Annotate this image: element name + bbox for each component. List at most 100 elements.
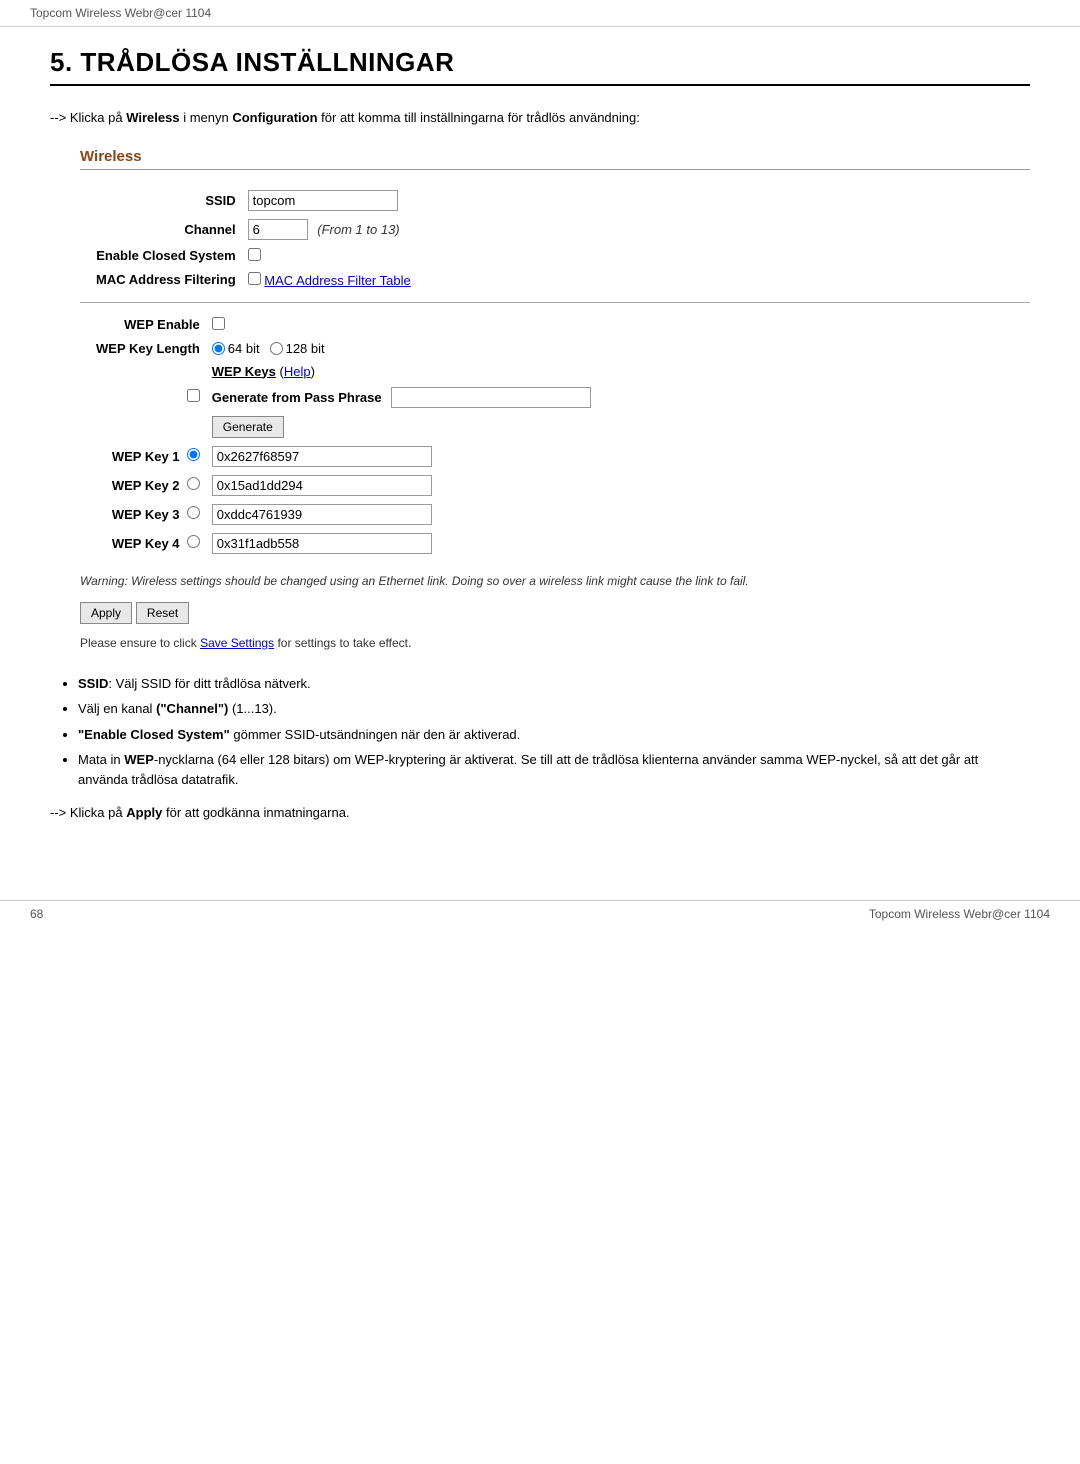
wep-key3-value-cell <box>206 500 597 529</box>
section-divider <box>80 302 1030 303</box>
bullet-ssid: SSID: Välj SSID för ditt trådlösa nätver… <box>78 674 1030 694</box>
enable-closed-label: Enable Closed System <box>90 244 242 268</box>
wep-key3-label: WEP Key 3 <box>90 500 206 529</box>
reset-button[interactable]: Reset <box>136 602 189 624</box>
wep-key2-label-text: WEP Key 2 <box>112 478 180 493</box>
enable-closed-checkbox[interactable] <box>248 248 261 261</box>
bottom-note-apply-bold: Apply <box>126 805 162 820</box>
bullet-wep: Mata in WEP-nycklarna (64 eller 128 bita… <box>78 750 1030 789</box>
bullet-wep-bold: WEP <box>124 752 154 767</box>
intro-prefix: --> Klicka på <box>50 110 126 125</box>
bullet-channel: Välj en kanal ("Channel") (1...13). <box>78 699 1030 719</box>
generate-passphrase-checkbox[interactable] <box>187 389 200 402</box>
generate-button[interactable]: Generate <box>212 416 284 438</box>
page-header: Topcom Wireless Webr@cer 1104 <box>0 0 1080 27</box>
bullet-ssid-bold: SSID <box>78 676 108 691</box>
channel-value-cell: (From 1 to 13) <box>242 215 417 244</box>
ssid-value-cell <box>242 186 417 215</box>
top-divider <box>80 169 1030 170</box>
wep-keys-empty-cell <box>90 360 206 383</box>
wep-key1-radio[interactable] <box>187 448 200 461</box>
wep-key2-input[interactable] <box>212 475 432 496</box>
bullet-wep-text: -nycklarna (64 eller 128 bitars) om WEP-… <box>78 752 978 787</box>
bullet-channel-bold: ("Channel") <box>156 701 228 716</box>
wep-key4-input[interactable] <box>212 533 432 554</box>
save-settings-link[interactable]: Save Settings <box>200 636 274 650</box>
radio-64bit[interactable] <box>212 342 225 355</box>
page-title: 5. TRÅDLÖSA INSTÄLLNINGAR <box>50 47 1030 86</box>
wep-key2-radio[interactable] <box>187 477 200 490</box>
wireless-panel-title: Wireless <box>80 148 1030 165</box>
generate-passphrase-cell: Generate from Pass Phrase <box>206 383 597 412</box>
wep-key3-input[interactable] <box>212 504 432 525</box>
mac-filter-value-cell: MAC Address Filter Table <box>242 268 417 292</box>
wep-keys-help-link[interactable]: Help <box>284 364 311 379</box>
wep-keys-paren-close: ) <box>311 364 315 379</box>
wep-enable-row: WEP Enable <box>90 313 597 337</box>
button-row: Apply Reset <box>80 602 1030 624</box>
radio-64bit-text: 64 bit <box>228 341 260 356</box>
generate-btn-cell: Generate <box>206 412 597 442</box>
wep-key4-radio[interactable] <box>187 535 200 548</box>
generate-passphrase-label: Generate from Pass Phrase <box>212 390 382 405</box>
wep-enable-label: WEP Enable <box>90 313 206 337</box>
wep-key-length-row: WEP Key Length 64 bit 128 bit <box>90 337 597 360</box>
radio-128bit[interactable] <box>270 342 283 355</box>
bullet-wep-prefix: Mata in <box>78 752 124 767</box>
page-content: 5. TRÅDLÖSA INSTÄLLNINGAR --> Klicka på … <box>0 27 1080 860</box>
enable-closed-row: Enable Closed System <box>90 244 417 268</box>
wep-keys-label-cell: WEP Keys (Help) <box>206 360 597 383</box>
channel-label: Channel <box>90 215 242 244</box>
radio-64bit-label: 64 bit <box>212 341 260 356</box>
save-line-prefix: Please ensure to click <box>80 636 200 650</box>
wep-keys-label: WEP Keys <box>212 364 276 379</box>
mac-filter-link[interactable]: MAC Address Filter Table <box>264 273 410 288</box>
wep-key3-label-text: WEP Key 3 <box>112 507 180 522</box>
bottom-note: --> Klicka på Apply för att godkänna inm… <box>50 805 1030 820</box>
wep-key3-radio[interactable] <box>187 506 200 519</box>
ssid-row: SSID <box>90 186 417 215</box>
footer-brand: Topcom Wireless Webr@cer 1104 <box>869 907 1050 921</box>
wep-key1-row: WEP Key 1 <box>90 442 597 471</box>
channel-hint: (From 1 to 13) <box>317 222 399 237</box>
channel-input[interactable] <box>248 219 308 240</box>
wep-key4-label-text: WEP Key 4 <box>112 536 180 551</box>
header-title: Topcom Wireless Webr@cer 1104 <box>30 6 211 20</box>
wep-key4-label: WEP Key 4 <box>90 529 206 558</box>
wireless-form-table: SSID Channel (From 1 to 13) Enable Close… <box>90 186 417 292</box>
mac-filter-checkbox[interactable] <box>248 272 261 285</box>
wep-enable-checkbox[interactable] <box>212 317 225 330</box>
wep-key3-row: WEP Key 3 <box>90 500 597 529</box>
ssid-input[interactable] <box>248 190 398 211</box>
wep-key1-input[interactable] <box>212 446 432 467</box>
page-footer: 68 Topcom Wireless Webr@cer 1104 <box>0 900 1080 927</box>
warning-text: Warning: Wireless settings should be cha… <box>80 572 1030 590</box>
radio-128bit-label: 128 bit <box>270 341 325 356</box>
channel-row: Channel (From 1 to 13) <box>90 215 417 244</box>
wep-key-length-radios: 64 bit 128 bit <box>212 341 591 356</box>
wireless-panel: Wireless SSID Channel (From 1 to 13) Ena… <box>80 148 1030 650</box>
wep-key2-row: WEP Key 2 <box>90 471 597 500</box>
bullet-enable-closed: "Enable Closed System" gömmer SSID-utsän… <box>78 725 1030 745</box>
bullet-list: SSID: Välj SSID för ditt trådlösa nätver… <box>50 674 1030 790</box>
mac-filter-label: MAC Address Filtering <box>90 268 242 292</box>
generate-btn-row: Generate <box>90 412 597 442</box>
generate-passphrase-row: Generate from Pass Phrase <box>90 383 597 412</box>
wep-key4-row: WEP Key 4 <box>90 529 597 558</box>
bottom-note-prefix: --> Klicka på <box>50 805 126 820</box>
ssid-label: SSID <box>90 186 242 215</box>
wep-key-length-label: WEP Key Length <box>90 337 206 360</box>
bottom-note-suffix: för att godkänna inmatningarna. <box>162 805 349 820</box>
wep-keys-header-row: WEP Keys (Help) <box>90 360 597 383</box>
bullet-channel-suffix: (1...13). <box>228 701 276 716</box>
bullet-enable-closed-bold: "Enable Closed System" <box>78 727 230 742</box>
passphrase-input[interactable] <box>391 387 591 408</box>
bullet-ssid-text: : Välj SSID för ditt trådlösa nätverk. <box>108 676 310 691</box>
wep-key4-value-cell <box>206 529 597 558</box>
apply-button[interactable]: Apply <box>80 602 132 624</box>
intro-config-bold: Configuration <box>232 110 317 125</box>
radio-128bit-text: 128 bit <box>286 341 325 356</box>
intro-line: --> Klicka på Wireless i menyn Configura… <box>50 108 1030 128</box>
generate-btn-empty <box>90 412 206 442</box>
intro-wireless-bold: Wireless <box>126 110 179 125</box>
